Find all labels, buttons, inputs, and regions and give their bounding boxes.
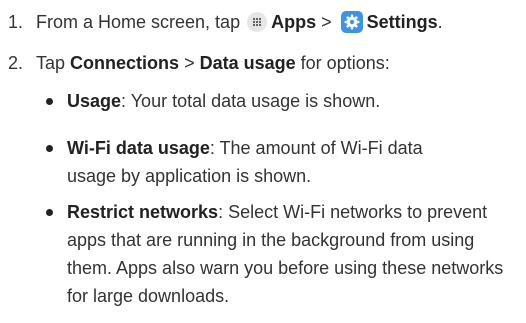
step-suffix: for options: bbox=[300, 53, 390, 73]
settings-gear-icon bbox=[340, 11, 363, 33]
breadcrumb-separator: > bbox=[184, 53, 195, 73]
data-usage-label: Data usage bbox=[199, 53, 296, 73]
connections-label: Connections bbox=[70, 53, 180, 73]
step-suffix: . bbox=[437, 12, 443, 32]
apps-grid-icon bbox=[247, 12, 268, 32]
bullet-item-usage: Usage: Your total data usage is shown. bbox=[67, 87, 523, 115]
breadcrumb-separator: > bbox=[321, 12, 332, 32]
step-2: 2. Tap Connections > Data usage for optio… bbox=[8, 52, 390, 74]
bullet-dot bbox=[46, 98, 53, 105]
apps-label: Apps bbox=[271, 12, 317, 32]
bullet-term: Usage bbox=[67, 91, 122, 111]
bullet-text: : Your total data usage is shown. bbox=[121, 91, 381, 111]
step-text: Tap bbox=[36, 53, 66, 73]
step-text: From a Home screen, tap bbox=[36, 12, 241, 32]
bullet-term: Wi-Fi data usage bbox=[67, 138, 210, 158]
step-number: 1. bbox=[8, 12, 24, 32]
bullet-dot bbox=[46, 145, 53, 152]
step-number: 2. bbox=[8, 53, 24, 73]
instructions-page: 1. From a Home screen, tap Apps > Settin… bbox=[0, 0, 526, 323]
settings-label: Settings bbox=[366, 12, 438, 32]
bullet-item-wifi-data-usage: Wi-Fi data usage: The amount of Wi-Fi da… bbox=[67, 134, 467, 190]
step-1: 1. From a Home screen, tap Apps > Settin… bbox=[8, 11, 443, 33]
bullet-term: Restrict networks bbox=[67, 202, 219, 222]
bullet-dot bbox=[46, 209, 53, 216]
bullet-item-restrict-networks: Restrict networks: Select Wi-Fi networks… bbox=[67, 198, 522, 310]
